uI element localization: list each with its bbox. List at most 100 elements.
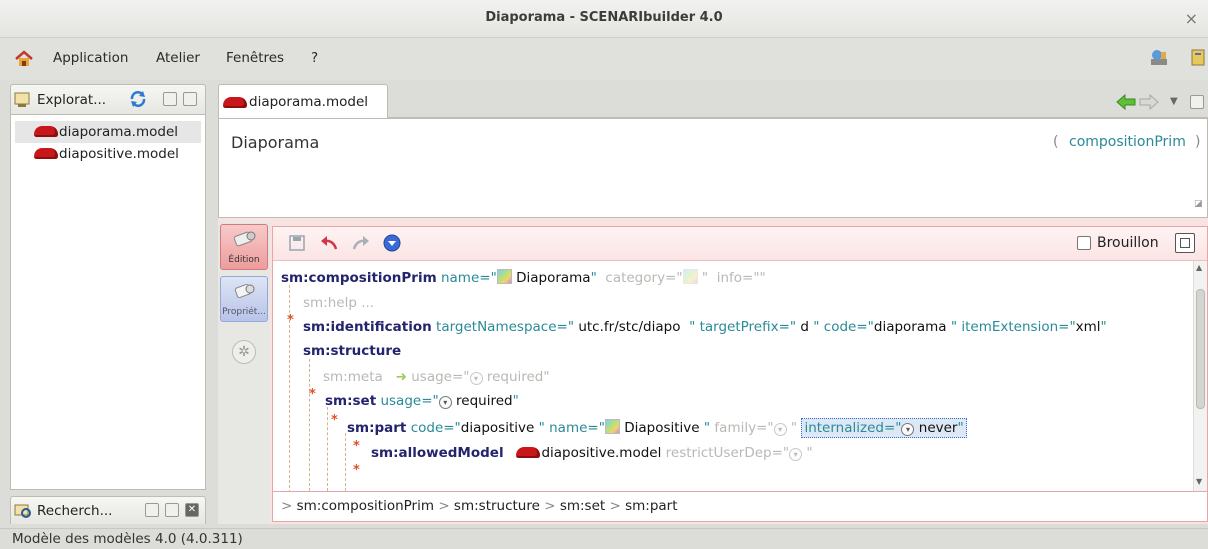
menu-bar: Application Atelier Fenêtres ? xyxy=(0,38,1208,80)
required-marker: * xyxy=(353,439,360,454)
code-line-compositionprim[interactable]: sm:compositionPrim name=" Diaporama" cat… xyxy=(281,269,766,286)
minimize-icon[interactable] xyxy=(145,503,159,517)
back-arrow-icon[interactable] xyxy=(1116,93,1136,114)
breadcrumb-separator: > xyxy=(609,498,621,514)
quote: " xyxy=(701,270,709,286)
quote: " xyxy=(590,270,597,286)
explorer-tree xyxy=(10,114,206,490)
save-icon[interactable] xyxy=(289,235,305,255)
element-name: sm:help xyxy=(303,295,357,311)
attribute-name: family=" xyxy=(714,420,774,436)
internalized-attribute[interactable]: internalized=" ▾ never" xyxy=(801,418,967,438)
attribute-value: required xyxy=(486,369,544,385)
redo-icon[interactable] xyxy=(351,234,371,256)
menu-help[interactable]: ? xyxy=(311,50,318,66)
close-panel-icon[interactable]: ✕ xyxy=(185,503,199,517)
minimize-icon[interactable] xyxy=(163,92,177,106)
validate-icon[interactable] xyxy=(383,234,401,256)
required-marker: * xyxy=(287,313,294,328)
tree-item-label: diapositive.model xyxy=(59,146,179,162)
code-line-structure[interactable]: sm:structure xyxy=(303,343,401,359)
tab-properties-label: Propriét... xyxy=(222,307,266,317)
properties-icon xyxy=(233,280,257,306)
attribute-name: usage=" xyxy=(411,369,470,385)
explorer-panel-tab[interactable]: Explorat... xyxy=(10,84,206,114)
model-type-close: ) xyxy=(1195,134,1201,150)
close-icon[interactable]: × xyxy=(1185,9,1198,28)
maximize-icon[interactable] xyxy=(183,92,197,106)
attribute-value[interactable]: diapositive.model xyxy=(541,445,661,461)
code-line-help[interactable]: sm:help ... xyxy=(303,295,374,311)
scroll-up-icon[interactable]: ▲ xyxy=(1196,263,1202,272)
content-pane: Brouillon sm:compositionPrim name=" Diap… xyxy=(272,226,1208,522)
breadcrumb-path: > sm:compositionPrim > sm:structure > sm… xyxy=(281,498,678,514)
settings-gear-icon[interactable]: ✲ xyxy=(232,340,256,364)
window-titlebar: Diaporama - SCENARIbuilder 4.0 × xyxy=(0,0,1208,38)
maximize-icon[interactable] xyxy=(1190,95,1204,109)
breadcrumb-item[interactable]: sm:structure xyxy=(454,498,540,514)
refresh-icon[interactable] xyxy=(129,90,147,112)
element-name: sm:compositionPrim xyxy=(281,270,437,286)
explorer-icon xyxy=(13,91,33,113)
resize-grip-icon[interactable]: ◪ xyxy=(1194,199,1203,209)
status-text: Modèle des modèles 4.0 (4.0.311) xyxy=(12,531,243,547)
tree-item-diapositive-model[interactable]: diapositive.model xyxy=(34,146,179,162)
required-marker: * xyxy=(353,463,360,478)
dropdown-icon[interactable]: ▾ xyxy=(438,396,452,409)
scroll-down-icon[interactable]: ▼ xyxy=(1196,477,1202,486)
side-tabs: Édition Propriét... ✲ xyxy=(218,222,270,524)
vertical-scrollbar[interactable]: ▲ ▼ xyxy=(1193,261,1207,491)
attribute-name: targetPrefix=" xyxy=(699,319,797,335)
tree-item-diaporama-model[interactable]: diaporama.model xyxy=(34,124,178,140)
undo-icon[interactable] xyxy=(319,234,339,256)
element-name: sm:allowedModel xyxy=(371,445,504,461)
element-name: sm:structure xyxy=(303,343,402,359)
tab-edition[interactable]: Édition xyxy=(220,224,268,270)
breadcrumb-item[interactable]: sm:set xyxy=(560,498,605,514)
dropdown-chevron-icon[interactable]: ▼ xyxy=(1170,96,1178,107)
attribute-name: category=" xyxy=(605,270,683,286)
attribute-name: usage=" xyxy=(380,393,439,409)
status-bar: Modèle des modèles 4.0 (4.0.311) xyxy=(0,528,1208,549)
code-line-allowedmodel[interactable]: sm:allowedModel diapositive.model restri… xyxy=(371,445,813,461)
attribute-value: never xyxy=(918,420,958,436)
breadcrumb-separator: > xyxy=(438,498,450,514)
brouillon-checkbox[interactable] xyxy=(1077,236,1091,250)
content-toolbar: Brouillon xyxy=(273,227,1207,261)
attribute-name: internalized=" xyxy=(804,420,902,436)
tree-guide xyxy=(327,407,328,491)
code-line-set[interactable]: sm:set usage=" ▾ required" xyxy=(325,393,519,409)
maximize-icon[interactable] xyxy=(165,503,179,517)
code-line-part[interactable]: sm:part code="diapositive " name=" Diapo… xyxy=(347,418,967,438)
attribute-value: xml xyxy=(1075,319,1101,335)
editor-tab-diaporama[interactable]: diaporama.model xyxy=(218,84,388,118)
tab-properties[interactable]: Propriét... xyxy=(220,276,268,322)
editor-tab-label: diaporama.model xyxy=(249,94,368,110)
tab-edition-label: Édition xyxy=(228,255,260,265)
dropdown-icon[interactable]: ▾ xyxy=(469,372,483,385)
breadcrumb-item[interactable]: sm:part xyxy=(625,498,677,514)
required-marker: * xyxy=(331,413,338,428)
dropdown-icon[interactable]: ▾ xyxy=(901,423,915,436)
breadcrumb-item[interactable]: sm:compositionPrim xyxy=(297,498,434,514)
scrollbar-thumb[interactable] xyxy=(1196,289,1205,409)
dropdown-icon[interactable]: ▾ xyxy=(789,448,803,461)
menu-application[interactable]: Application xyxy=(53,50,128,66)
workshop-icon[interactable] xyxy=(1148,48,1170,72)
search-panel-tab[interactable]: Recherch... ✕ xyxy=(10,496,206,524)
tree-guide xyxy=(345,433,346,491)
toggle-view-icon xyxy=(1180,238,1190,248)
toggle-view-button[interactable] xyxy=(1175,233,1195,253)
tree-guide xyxy=(309,359,310,491)
arrow-icon: ➜ xyxy=(395,369,407,385)
menu-fenetres[interactable]: Fenêtres xyxy=(226,50,284,66)
menu-atelier[interactable]: Atelier xyxy=(156,50,200,66)
forward-arrow-icon[interactable] xyxy=(1139,93,1159,114)
model-type[interactable]: compositionPrim xyxy=(1069,134,1186,150)
document-icon[interactable] xyxy=(1190,48,1208,72)
code-line-meta[interactable]: sm:meta ➜ usage=" ▾ required" xyxy=(323,369,550,385)
quote: " xyxy=(512,393,519,409)
home-icon[interactable] xyxy=(14,50,34,72)
dropdown-icon[interactable]: ▾ xyxy=(773,423,787,436)
code-line-identification[interactable]: sm:identification targetNamespace=" utc.… xyxy=(303,319,1107,335)
